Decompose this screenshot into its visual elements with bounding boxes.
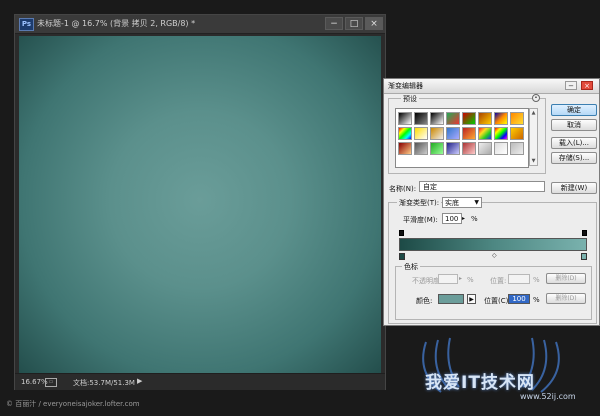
smoothness-input[interactable]: 100 <box>442 213 462 224</box>
new-button[interactable]: 新建(W) <box>551 182 597 194</box>
name-label: 名称(N): <box>389 185 417 193</box>
load-button[interactable]: 载入(L)... <box>551 137 597 149</box>
opacity-stop-left[interactable] <box>399 230 404 236</box>
opacity-location-label: 位置: <box>490 277 507 285</box>
presets-panel: 预设 • ▲ ▼ <box>388 94 546 174</box>
preset-swatch[interactable] <box>398 127 412 140</box>
midpoint-diamond-icon[interactable]: ◇ <box>492 252 497 259</box>
preset-swatch[interactable] <box>478 127 492 140</box>
close-button[interactable]: × <box>365 17 383 30</box>
preset-swatch[interactable] <box>478 112 492 125</box>
preset-swatch[interactable] <box>478 142 492 155</box>
photoshop-icon: Ps <box>19 18 34 31</box>
preset-swatch[interactable] <box>462 142 476 155</box>
document-window: Ps 未标题-1 @ 16.7% (背景 拷贝 2, RGB/8) * − □ … <box>14 14 386 390</box>
save-button[interactable]: 存储(S)... <box>551 152 597 164</box>
preset-swatch[interactable] <box>398 142 412 155</box>
preset-swatch[interactable] <box>430 127 444 140</box>
location-unit: % <box>533 296 540 304</box>
preset-swatch[interactable] <box>510 127 524 140</box>
gradient-bar[interactable] <box>399 238 587 251</box>
scroll-down-icon[interactable]: ▼ <box>530 157 537 165</box>
watermark-text: 我爱IT技术网 <box>425 373 535 393</box>
status-menu-arrow-icon[interactable]: ▶ <box>137 377 142 385</box>
preset-swatch[interactable] <box>414 112 428 125</box>
opacity-unit: % <box>467 276 474 284</box>
smoothness-label: 平滑度(M): <box>403 216 438 224</box>
preset-swatch[interactable] <box>398 112 412 125</box>
preset-swatch[interactable] <box>494 127 508 140</box>
preset-swatch[interactable] <box>494 142 508 155</box>
preset-swatch[interactable] <box>414 142 428 155</box>
opacity-location-unit: % <box>533 276 540 284</box>
ok-button[interactable]: 确定 <box>551 104 597 116</box>
opacity-stop-right[interactable] <box>582 230 587 236</box>
preset-swatch[interactable] <box>414 127 428 140</box>
preset-swatch[interactable] <box>462 112 476 125</box>
gradient-editor-dialog: 渐变编辑器 − × 预设 • ▲ ▼ 确定 取消 载入(L)... 存储(S).… <box>383 78 600 326</box>
preset-swatch[interactable] <box>446 127 460 140</box>
location-label: 位置(C): <box>484 297 511 305</box>
document-title: 未标题-1 @ 16.7% (背景 拷贝 2, RGB/8) * <box>37 19 196 28</box>
preset-swatch[interactable] <box>430 142 444 155</box>
stop-color-swatch[interactable] <box>438 294 464 304</box>
presets-label: 预设 <box>401 94 419 104</box>
preset-swatch[interactable] <box>446 112 460 125</box>
dialog-titlebar[interactable]: 渐变编辑器 − × <box>384 79 599 94</box>
color-stop-right[interactable] <box>581 253 587 260</box>
dialog-minimize-button[interactable]: − <box>565 81 577 90</box>
dialog-close-button[interactable]: × <box>581 81 593 90</box>
gradient-settings-panel: 渐变类型(T): 实底 ▼ 平滑度(M): 100 ▸ % ◇ 色标 不透明度:… <box>388 197 597 324</box>
document-size-info: 文档:53.7M/51.3M <box>73 379 135 387</box>
gradient-type-label: 渐变类型(T): <box>397 198 442 208</box>
status-bar: 16.67% ▭ 文档:53.7M/51.3M ▶ <box>15 373 385 390</box>
presets-scrollbar[interactable]: ▲ ▼ <box>529 108 538 166</box>
smoothness-dropdown-icon[interactable]: ▸ <box>462 215 465 222</box>
gear-circle-icon[interactable]: • <box>532 94 540 102</box>
image-caption: © 百丽汁 / everyoneisajoker.lofter.com <box>6 400 140 408</box>
preset-swatch[interactable] <box>446 142 460 155</box>
color-menu-arrow-icon[interactable]: ▶ <box>467 294 476 304</box>
watermark-url: www.52ij.com <box>520 392 576 401</box>
preset-swatch[interactable] <box>510 142 524 155</box>
preset-swatch-grid <box>395 108 529 168</box>
preset-swatch[interactable] <box>494 112 508 125</box>
stops-label: 色标 <box>402 262 420 272</box>
color-label: 颜色: <box>416 297 433 305</box>
color-stops-panel: 色标 不透明度: ▸ % 位置: % 删除(D) 颜色: ▶ 位置(C): 10… <box>395 262 592 320</box>
opacity-input[interactable] <box>438 274 458 284</box>
document-titlebar[interactable]: Ps 未标题-1 @ 16.7% (背景 拷贝 2, RGB/8) * − □ … <box>15 15 385 34</box>
dialog-title: 渐变编辑器 <box>388 82 423 90</box>
preset-swatch[interactable] <box>430 112 444 125</box>
screen-icon: ▭ <box>45 378 57 387</box>
delete-color-stop-button[interactable]: 删除(D) <box>546 293 586 304</box>
preset-swatch[interactable] <box>510 112 524 125</box>
opacity-dropdown-icon: ▸ <box>459 275 463 282</box>
scroll-up-icon[interactable]: ▲ <box>530 109 537 117</box>
name-input[interactable]: 自定 <box>419 181 545 192</box>
preset-swatch[interactable] <box>462 127 476 140</box>
location-input[interactable]: 100 <box>508 294 530 304</box>
zoom-level[interactable]: 16.67% <box>21 378 48 386</box>
maximize-button[interactable]: □ <box>345 17 363 30</box>
gradient-type-value: 实底 <box>445 199 459 207</box>
minimize-button[interactable]: − <box>325 17 343 30</box>
opacity-location-input[interactable] <box>508 274 530 284</box>
gradient-type-select[interactable]: 实底 ▼ <box>442 197 482 208</box>
color-stop-left[interactable] <box>399 253 405 260</box>
chevron-down-icon: ▼ <box>474 199 479 206</box>
cancel-button[interactable]: 取消 <box>551 119 597 131</box>
delete-opacity-stop-button[interactable]: 删除(D) <box>546 273 586 284</box>
smoothness-unit: % <box>471 215 478 223</box>
canvas[interactable] <box>19 36 381 378</box>
